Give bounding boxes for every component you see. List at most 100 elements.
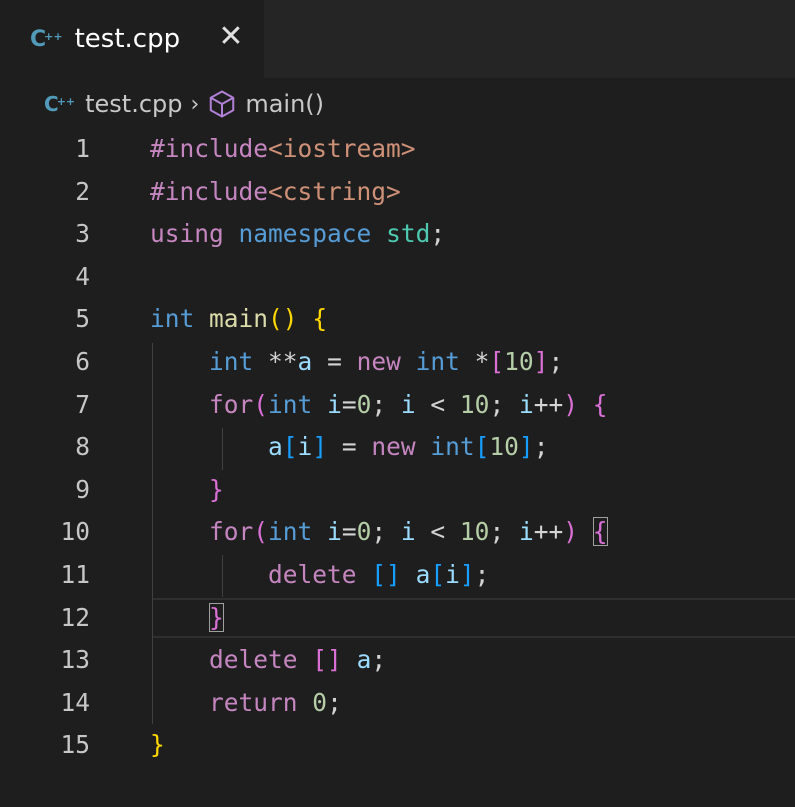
code-token: ; [474,560,490,589]
cpp-file-icon: C ++ [30,26,63,52]
code-token: ** [253,347,298,376]
code-text: return 0; [150,682,342,724]
cube-icon [210,90,235,118]
code-token: using [150,219,224,249]
code-token: new [371,432,416,462]
code-token: std [386,219,431,249]
code-token: int [150,304,195,334]
code-token: = [327,432,372,462]
code-line[interactable]: 12 } [0,597,795,639]
code-token: ) [563,517,578,547]
code-token: [ [282,432,298,462]
code-line[interactable]: 9 } [0,469,795,511]
code-text: int **a = new int *[10]; [150,341,563,383]
line-number: 8 [75,432,90,462]
code-token: <cstring> [268,176,401,206]
code-token: return [209,687,298,717]
code-line[interactable]: 6 int **a = new int *[10]; [0,341,795,383]
code-line[interactable]: 8 a[i] = new int[10]; [0,426,795,468]
line-number: 7 [75,389,90,419]
code-token: } [209,602,224,632]
code-token: i [400,517,416,547]
code-line[interactable]: 11 delete [] a[i]; [0,554,795,596]
code-token: ] [312,432,328,462]
line-number: 15 [60,730,90,760]
code-token: a [297,347,313,376]
code-text: #include<iostream> [150,128,416,170]
code-token: ; [327,687,342,717]
code-token: () [268,304,298,334]
code-token: ++ [533,517,564,547]
code-token: ; [371,389,401,419]
code-line[interactable]: 5 int main() { [0,298,795,340]
code-line[interactable]: 13 delete [] a; [0,639,795,681]
code-token: int [209,347,254,376]
code-line[interactable]: 10 for(int i=0; i < 10; i++) { [0,511,795,553]
close-icon[interactable]: ✕ [216,22,246,52]
code-token: namespace [238,219,372,249]
code-token: [ [430,560,446,589]
line-number: 5 [75,304,90,334]
breadcrumb-symbol[interactable]: main() [245,90,324,118]
code-line[interactable]: 2 #include<cstring> [0,171,795,213]
code-token: main [209,304,269,334]
line-number: 6 [75,347,90,376]
code-token: ] [518,432,534,462]
code-token: < [415,389,460,419]
code-token: ] [533,347,549,376]
code-token: i [518,517,534,547]
breadcrumb-file[interactable]: test.cpp [85,90,182,118]
code-line[interactable]: 14 return 0; [0,682,795,724]
code-token: { [312,304,328,334]
code-token: i [400,389,416,419]
tab-label: test.cpp [74,24,181,54]
code-line[interactable]: 15} [0,724,795,766]
code-token: i [327,389,342,419]
code-token: i [297,432,313,462]
code-token: 0 [356,389,372,419]
line-number: 13 [60,645,90,675]
code-line[interactable]: 7 for(int i=0; i < 10; i++) { [0,384,795,426]
code-text: delete [] a[i]; [150,554,489,596]
code-token: a [415,560,431,589]
code-text: delete [] a; [150,639,386,681]
line-number: 4 [75,261,90,291]
code-token: ; [533,432,549,462]
code-text: } [150,724,165,766]
code-token: ( [253,389,269,419]
line-number: 14 [60,687,90,717]
code-line[interactable]: 3 using namespace std; [0,213,795,255]
code-token: int [415,347,460,376]
code-token: * [459,347,490,376]
code-token: < [415,517,460,547]
tab-test-cpp[interactable]: C ++ test.cpp ✕ [0,0,264,78]
code-token: = [341,517,357,547]
breadcrumb: C ++ test.cpp › main() [44,86,324,122]
code-token: [ [489,347,505,376]
code-token: i [518,389,534,419]
breadcrumb-separator: › [190,91,200,117]
code-line[interactable]: 4 [0,256,795,298]
code-token: for [209,389,254,419]
code-token: ++ [533,389,564,419]
code-text: } [150,469,224,511]
code-token: #include [150,176,269,206]
code-token: new [356,347,401,376]
code-line[interactable]: 1 #include<iostream> [0,128,795,170]
code-token: = [341,389,357,419]
code-token: int [430,432,475,462]
